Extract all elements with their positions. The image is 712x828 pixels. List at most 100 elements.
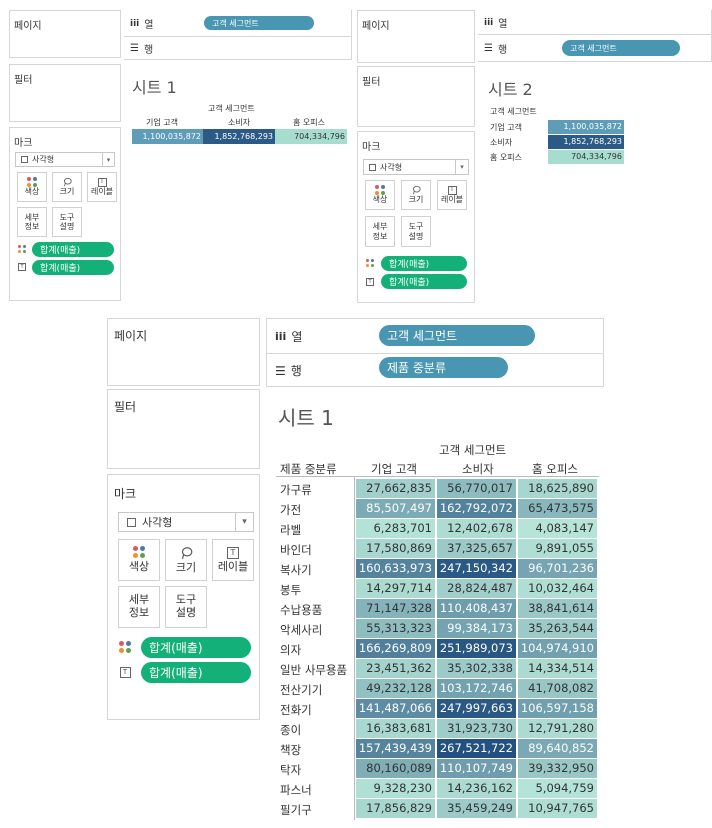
data-cell[interactable]: 1,852,768,293	[548, 135, 624, 149]
data-cell[interactable]: 4,083,147	[518, 519, 597, 538]
data-cell[interactable]: 157,439,439	[356, 739, 435, 758]
detail-button[interactable]: 세부 정보	[17, 207, 47, 237]
data-cell[interactable]: 10,032,464	[518, 579, 597, 598]
data-cell[interactable]: 104,974,910	[518, 639, 597, 658]
data-cell[interactable]: 10,947,765	[518, 799, 597, 818]
data-cell[interactable]: 28,824,487	[437, 579, 516, 598]
data-cell[interactable]: 55,313,323	[356, 619, 435, 638]
data-cell[interactable]: 9,328,230	[356, 779, 435, 798]
color-sum-sales-pill[interactable]: 합계(매출)	[32, 242, 114, 257]
rows-shelf[interactable]: ☰ 행 고객 세그먼트	[478, 35, 712, 62]
data-cell[interactable]: 247,150,342	[437, 559, 516, 578]
data-cell[interactable]: 12,402,678	[437, 519, 516, 538]
data-cell[interactable]: 18,625,890	[518, 479, 597, 498]
columns-shelf[interactable]: iii 열	[478, 10, 712, 35]
data-cell[interactable]: 141,487,066	[356, 699, 435, 718]
data-cell[interactable]: 23,451,362	[356, 659, 435, 678]
detail-button[interactable]: 세부 정보	[365, 216, 395, 247]
label-sum-sales-pill[interactable]: 합계(매출)	[32, 260, 114, 275]
customer-segment-row-pill[interactable]: 고객 세그먼트	[562, 40, 680, 56]
data-cell[interactable]: 1,852,768,293	[203, 129, 275, 144]
data-cell[interactable]: 267,521,722	[437, 739, 516, 758]
data-cell[interactable]: 160,633,973	[356, 559, 435, 578]
size-button[interactable]: 크기	[165, 539, 207, 581]
mark-type-dropdown[interactable]: 사각형 ▾	[15, 152, 115, 167]
color-button[interactable]: 색상	[365, 180, 395, 210]
data-cell[interactable]: 37,325,657	[437, 539, 516, 558]
data-cell[interactable]: 17,580,869	[356, 539, 435, 558]
data-cell[interactable]: 39,332,950	[518, 759, 597, 778]
mark-type-dropdown[interactable]: 사각형 ▾	[118, 512, 254, 532]
columns-shelf[interactable]: iii 열 고객 세그먼트	[266, 318, 604, 354]
data-cell[interactable]: 14,334,514	[518, 659, 597, 678]
data-cell[interactable]: 5,094,759	[518, 779, 597, 798]
data-cell[interactable]: 35,263,544	[518, 619, 597, 638]
label-button[interactable]: T 레이블	[437, 180, 467, 210]
customer-segment-column-pill[interactable]: 고객 세그먼트	[379, 325, 535, 346]
label-sum-sales-pill[interactable]: 합계(매출)	[381, 274, 467, 289]
color-button[interactable]: 색상	[118, 539, 160, 581]
data-cell[interactable]: 1,100,035,872	[132, 129, 203, 144]
tooltip-button[interactable]: 도구 설명	[165, 586, 207, 628]
mark-type-dropdown[interactable]: 사각형 ▾	[363, 159, 469, 175]
data-cell[interactable]: 16,383,681	[356, 719, 435, 738]
color-sum-sales-pill[interactable]: 합계(매출)	[141, 637, 251, 658]
data-cell[interactable]: 166,269,809	[356, 639, 435, 658]
tooltip-button[interactable]: 도구 설명	[52, 207, 82, 237]
customer-segment-column-pill[interactable]: 고객 세그먼트	[204, 16, 314, 30]
detail-button[interactable]: 세부 정보	[118, 586, 160, 628]
chevron-down-icon[interactable]: ▾	[235, 513, 253, 531]
data-cell[interactable]: 12,791,280	[518, 719, 597, 738]
data-cell[interactable]: 14,236,162	[437, 779, 516, 798]
columns-shelf[interactable]: iii 열 고객 세그먼트	[124, 10, 352, 37]
data-cell[interactable]: 38,841,614	[518, 599, 597, 618]
chevron-down-icon[interactable]: ▾	[455, 160, 468, 174]
data-cell[interactable]: 110,408,437	[437, 599, 516, 618]
filters-card[interactable]: 필터	[107, 389, 260, 469]
data-cell[interactable]: 56,770,017	[437, 479, 516, 498]
chevron-down-icon[interactable]: ▾	[102, 153, 114, 166]
data-cell[interactable]: 251,989,073	[437, 639, 516, 658]
data-cell[interactable]: 103,172,746	[437, 679, 516, 698]
data-cell[interactable]: 14,297,714	[356, 579, 435, 598]
data-cell[interactable]: 704,334,796	[548, 150, 624, 164]
data-cell[interactable]: 704,334,796	[275, 129, 347, 144]
data-cell[interactable]: 106,597,158	[518, 699, 597, 718]
data-cell[interactable]: 1,100,035,872	[548, 120, 624, 134]
data-cell[interactable]: 49,232,128	[356, 679, 435, 698]
data-cell[interactable]: 17,856,829	[356, 799, 435, 818]
data-cell[interactable]: 110,107,749	[437, 759, 516, 778]
label-sum-sales-pill[interactable]: 합계(매출)	[141, 662, 251, 683]
pages-card[interactable]: 페이지	[357, 10, 475, 63]
data-cell[interactable]: 6,283,701	[356, 519, 435, 538]
data-cell[interactable]: 247,997,663	[437, 699, 516, 718]
pages-card[interactable]: 페이지	[9, 10, 121, 58]
size-button[interactable]: 크기	[52, 172, 82, 202]
pages-card[interactable]: 페이지	[107, 318, 260, 386]
data-cell[interactable]: 9,891,055	[518, 539, 597, 558]
rows-shelf[interactable]: ☰ 행 제품 중분류	[266, 354, 604, 387]
color-button[interactable]: 색상	[17, 172, 47, 202]
data-cell[interactable]: 41,708,082	[518, 679, 597, 698]
data-cell[interactable]: 65,473,575	[518, 499, 597, 518]
data-cell[interactable]: 35,302,338	[437, 659, 516, 678]
product-subcategory-row-pill[interactable]: 제품 중분류	[379, 357, 508, 378]
data-cell[interactable]: 162,792,072	[437, 499, 516, 518]
filters-card[interactable]: 필터	[357, 66, 475, 127]
data-cell[interactable]: 27,662,835	[356, 479, 435, 498]
color-sum-sales-pill[interactable]: 합계(매출)	[381, 256, 467, 271]
size-button[interactable]: 크기	[401, 180, 431, 210]
data-cell[interactable]: 99,384,173	[437, 619, 516, 638]
data-cell[interactable]: 96,701,236	[518, 559, 597, 578]
data-cell[interactable]: 31,923,730	[437, 719, 516, 738]
tooltip-button[interactable]: 도구 설명	[401, 216, 431, 247]
label-button[interactable]: T 레이블	[87, 172, 117, 202]
label-button[interactable]: T 레이블	[212, 539, 254, 581]
rows-shelf[interactable]: ☰ 행	[124, 37, 352, 60]
data-cell[interactable]: 89,640,852	[518, 739, 597, 758]
data-cell[interactable]: 35,459,249	[437, 799, 516, 818]
data-cell[interactable]: 85,507,497	[356, 499, 435, 518]
data-cell[interactable]: 80,160,089	[356, 759, 435, 778]
filters-card[interactable]: 필터	[9, 64, 121, 122]
data-cell[interactable]: 71,147,328	[356, 599, 435, 618]
